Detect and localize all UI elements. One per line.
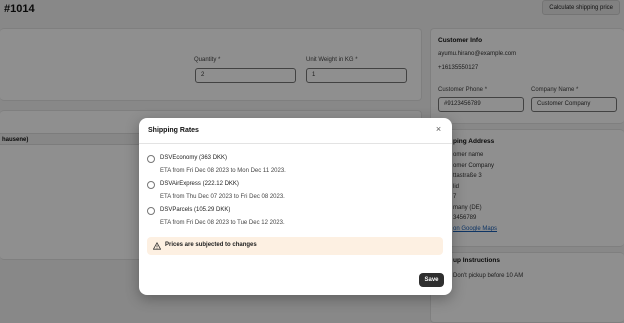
- divider: [139, 143, 452, 144]
- shipping-option-economy[interactable]: DSVEconomy (363 DKK) ETA from Fri Dec 08…: [147, 155, 437, 179]
- shipping-option-parcels[interactable]: DSVParcels (105.29 DKK) ETA from Fri Dec…: [147, 207, 437, 231]
- price-warning-banner: Prices are subjected to changes: [147, 237, 443, 255]
- option-label: DSVAirExpress (222.12 DKK): [160, 181, 239, 187]
- option-label: DSVEconomy (363 DKK): [160, 155, 228, 161]
- radio-icon[interactable]: [147, 155, 155, 163]
- option-eta: ETA from Fri Dec 08 2023 to Mon Dec 11 2…: [160, 168, 286, 174]
- warning-icon: [153, 242, 161, 250]
- save-button[interactable]: Save: [419, 273, 444, 287]
- option-label: DSVParcels (105.29 DKK): [160, 207, 231, 213]
- option-eta: ETA from Fri Dec 08 2023 to Tue Dec 12 2…: [160, 220, 285, 226]
- close-icon[interactable]: ×: [434, 125, 443, 134]
- dialog-title: Shipping Rates: [148, 127, 199, 134]
- option-eta: ETA from Thu Dec 07 2023 to Fri Dec 08 2…: [160, 194, 285, 200]
- shipping-rates-dialog: Shipping Rates × DSVEconomy (363 DKK) ET…: [139, 118, 452, 295]
- warning-text: Prices are subjected to changes: [165, 242, 257, 248]
- shipping-option-airexpress[interactable]: DSVAirExpress (222.12 DKK) ETA from Thu …: [147, 181, 437, 205]
- radio-icon[interactable]: [147, 181, 155, 189]
- radio-icon[interactable]: [147, 207, 155, 215]
